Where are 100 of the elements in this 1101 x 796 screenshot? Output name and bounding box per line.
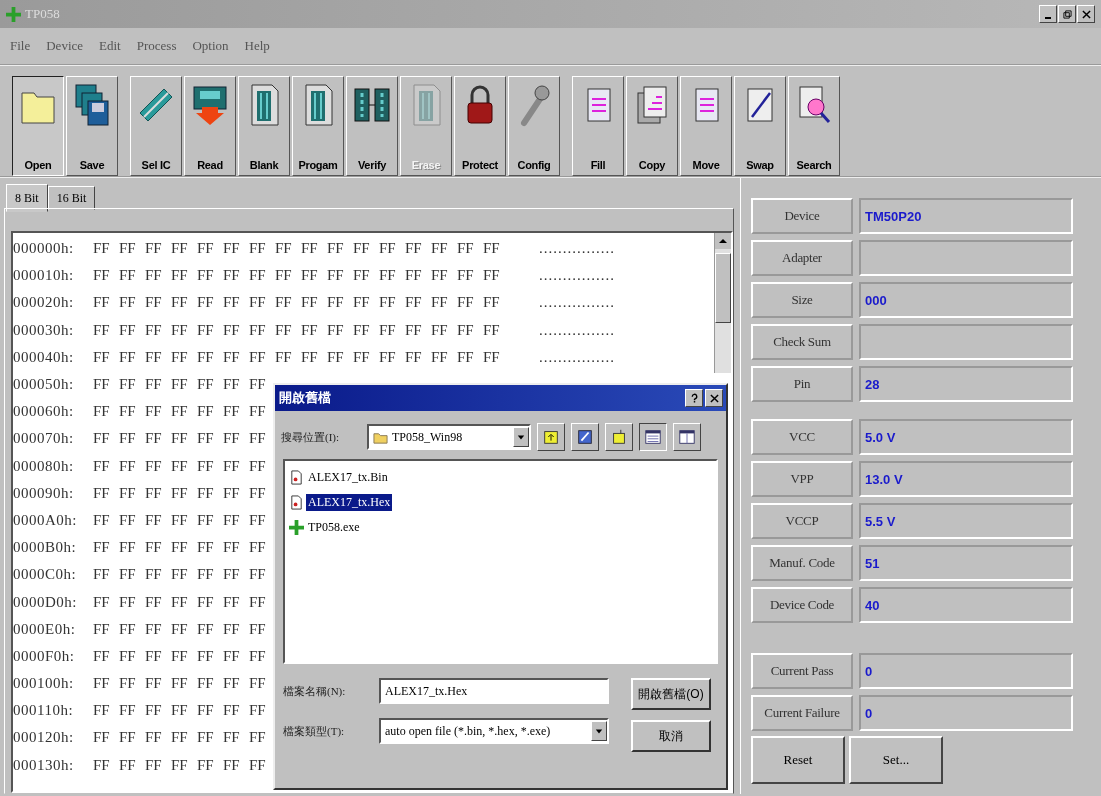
hex-byte: FF — [379, 267, 397, 285]
hex-byte: FF — [223, 647, 241, 665]
hex-byte: FF — [483, 294, 501, 312]
hex-byte: FF — [249, 620, 267, 638]
hex-byte: FF — [197, 294, 215, 312]
toolbar-button[interactable]: Progam — [292, 76, 344, 176]
toolbar-button[interactable]: Save — [66, 76, 118, 176]
hex-byte: FF — [301, 321, 319, 339]
hex-byte: FF — [249, 348, 267, 366]
hex-byte: FF — [197, 647, 215, 665]
hex-byte: FF — [93, 348, 111, 366]
field-value: 0 — [859, 695, 1073, 731]
toolbar-button[interactable]: Move — [680, 76, 732, 176]
menu-item[interactable]: Device — [46, 38, 84, 54]
field-label: Current Pass — [751, 653, 853, 689]
file-type-label: 檔案類型(T): — [283, 723, 346, 739]
field-label: VPP — [751, 461, 853, 497]
listed-file[interactable]: TP058.exe — [289, 519, 362, 536]
hex-byte: FF — [93, 294, 111, 312]
ascii-text: ................ — [539, 294, 615, 312]
field-label: Pin — [751, 366, 853, 402]
file-name-field[interactable]: ALEX17_tx.Hex — [379, 678, 609, 704]
hex-byte: FF — [431, 321, 449, 339]
field-value: 5.0 V — [859, 419, 1073, 455]
hex-byte: FF — [171, 267, 189, 285]
help-button[interactable] — [685, 389, 703, 407]
hex-byte: FF — [197, 403, 215, 421]
menu-item[interactable]: Option — [192, 38, 229, 54]
list-view-button[interactable] — [639, 423, 667, 451]
hex-byte: FF — [275, 294, 293, 312]
scrollbar[interactable] — [714, 233, 731, 373]
field-value: 28 — [859, 366, 1073, 402]
field-label: Manuf. Code — [751, 545, 853, 581]
window-title: TP058 — [25, 6, 60, 22]
toolbar-button[interactable]: Search — [788, 76, 840, 176]
address-label: 000010h: — [13, 267, 75, 285]
hex-byte: FF — [275, 348, 293, 366]
hex-byte: FF — [171, 702, 189, 720]
hex-byte: FF — [145, 566, 163, 584]
toolbar-button[interactable]: Open — [12, 76, 64, 176]
details-view-button[interactable] — [673, 423, 701, 451]
hex-byte: FF — [119, 566, 137, 584]
hex-byte: FF — [223, 702, 241, 720]
hex-byte: FF — [353, 267, 371, 285]
close-button[interactable] — [1077, 5, 1095, 23]
menu-item[interactable]: Edit — [99, 38, 121, 54]
scroll-thumb[interactable] — [715, 253, 731, 323]
listed-file[interactable]: ALEX17_tx.Bin — [289, 469, 390, 486]
toolbar-button[interactable]: Verify — [346, 76, 398, 176]
hex-byte: FF — [119, 294, 137, 312]
toolbar-button[interactable]: Swap — [734, 76, 786, 176]
panel-button[interactable]: Set... — [849, 736, 943, 784]
question-mark-icon — [689, 393, 699, 403]
file-type-dropdown[interactable]: auto open file (*.bin, *.hex, *.exe) — [379, 718, 609, 744]
toolbar-button[interactable]: Config — [508, 76, 560, 176]
ascii-text: ................ — [539, 321, 615, 339]
restore-button[interactable] — [1058, 5, 1076, 23]
menu-item[interactable]: Help — [244, 38, 270, 54]
hex-byte: FF — [119, 457, 137, 475]
minimize-button[interactable] — [1039, 5, 1057, 23]
desktop-icon — [576, 428, 594, 446]
hex-byte: FF — [223, 756, 241, 774]
new-folder-button[interactable] — [605, 423, 633, 451]
hex-byte: FF — [431, 267, 449, 285]
hex-byte: FF — [145, 702, 163, 720]
toolbar-button[interactable]: Copy — [626, 76, 678, 176]
desktop-button[interactable] — [571, 423, 599, 451]
up-folder-button[interactable] — [537, 423, 565, 451]
hex-byte: FF — [145, 294, 163, 312]
dialog-button[interactable]: 取消 — [631, 720, 711, 752]
toolbar-button[interactable]: Fill — [572, 76, 624, 176]
tab[interactable]: 8 Bit — [6, 184, 48, 212]
hex-byte: FF — [171, 376, 189, 394]
panel-button[interactable]: Reset — [751, 736, 845, 784]
field-value: TM50P20 — [859, 198, 1073, 234]
look-in-dropdown[interactable]: TP058_Win98 — [367, 424, 531, 450]
toolbar-button[interactable]: Blank — [238, 76, 290, 176]
hex-byte: FF — [223, 566, 241, 584]
hex-byte: FF — [119, 675, 137, 693]
field-label: VCCP — [751, 503, 853, 539]
menu-item[interactable]: Process — [136, 38, 177, 54]
hex-byte: FF — [249, 294, 267, 312]
chip-arrow-icon — [190, 83, 230, 127]
hex-byte: FF — [327, 240, 345, 258]
hex-byte: FF — [93, 267, 111, 285]
hex-byte: FF — [249, 376, 267, 394]
toolbar-button[interactable]: Sel IC — [130, 76, 182, 176]
toolbar-button[interactable]: Protect — [454, 76, 506, 176]
hex-byte: FF — [119, 539, 137, 557]
dropdown-arrow-icon — [517, 433, 525, 441]
dialog-button[interactable]: 開啟舊檔(O) — [631, 678, 711, 710]
hex-byte: FF — [275, 321, 293, 339]
close-button[interactable] — [705, 389, 723, 407]
ascii-text: ................ — [539, 240, 615, 258]
address-label: 0000E0h: — [13, 620, 77, 638]
menu-item[interactable]: File — [10, 38, 31, 54]
file-name-label: 檔案名稱(N): — [283, 683, 347, 699]
hex-byte: FF — [327, 321, 345, 339]
toolbar-button[interactable]: Read — [184, 76, 236, 176]
hex-byte: FF — [197, 593, 215, 611]
